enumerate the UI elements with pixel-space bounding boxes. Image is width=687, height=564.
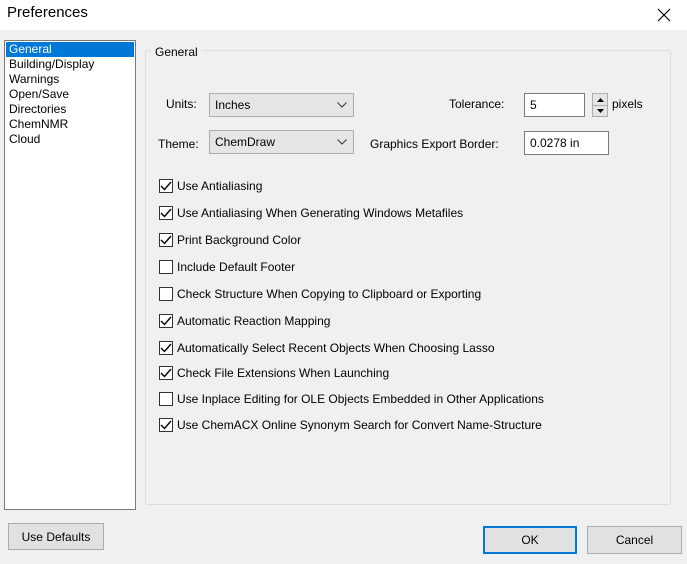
- units-value: Inches: [215, 98, 251, 112]
- category-item-warnings[interactable]: Warnings: [6, 72, 134, 87]
- option-automatic-reaction-mapping[interactable]: Automatic Reaction Mapping: [159, 312, 330, 330]
- checkbox[interactable]: [159, 206, 173, 220]
- category-item-cloud[interactable]: Cloud: [6, 132, 134, 147]
- general-groupbox: [145, 50, 671, 505]
- option-label: Use Antialiasing When Generating Windows…: [177, 206, 464, 220]
- tolerance-input[interactable]: 5: [524, 93, 585, 117]
- spin-down-icon[interactable]: [593, 105, 607, 116]
- checkbox[interactable]: [159, 314, 173, 328]
- option-label: Check File Extensions When Launching: [177, 366, 390, 380]
- category-item-open-save[interactable]: Open/Save: [6, 87, 134, 102]
- theme-dropdown[interactable]: ChemDraw: [209, 130, 354, 154]
- export-border-input[interactable]: 0.0278 in: [524, 131, 609, 155]
- option-label: Automatic Reaction Mapping: [177, 314, 331, 328]
- chevron-down-icon: [336, 131, 348, 153]
- units-dropdown[interactable]: Inches: [209, 93, 354, 117]
- check-icon: [160, 208, 172, 218]
- checkbox[interactable]: [159, 392, 173, 406]
- option-inplace-editing[interactable]: Use Inplace Editing for OLE Objects Embe…: [159, 390, 544, 408]
- option-label: Print Background Color: [177, 233, 302, 247]
- export-border-label: Graphics Export Border:: [370, 137, 499, 151]
- checkbox[interactable]: [159, 287, 173, 301]
- checkbox[interactable]: [159, 341, 173, 355]
- category-list[interactable]: General Building/Display Warnings Open/S…: [4, 40, 136, 510]
- theme-value: ChemDraw: [215, 135, 276, 149]
- category-item-chemnmr[interactable]: ChemNMR: [6, 117, 134, 132]
- option-label: Use Antialiasing: [177, 179, 263, 193]
- option-chemacx-synonym-search[interactable]: Use ChemACX Online Synonym Search for Co…: [159, 416, 542, 434]
- ok-button[interactable]: OK: [483, 526, 577, 554]
- cancel-button[interactable]: Cancel: [587, 526, 682, 554]
- check-icon: [160, 235, 172, 245]
- spin-up-icon[interactable]: [593, 94, 607, 105]
- option-label: Automatically Select Recent Objects When…: [177, 341, 495, 355]
- checkbox[interactable]: [159, 366, 173, 380]
- option-include-default-footer[interactable]: Include Default Footer: [159, 258, 295, 276]
- check-icon: [160, 343, 172, 353]
- check-icon: [160, 420, 172, 430]
- option-use-antialiasing[interactable]: Use Antialiasing: [159, 177, 262, 195]
- check-icon: [160, 316, 172, 326]
- option-label: Include Default Footer: [177, 260, 296, 274]
- category-item-directories[interactable]: Directories: [6, 102, 134, 117]
- chevron-down-icon: [336, 94, 348, 116]
- option-label: Check Structure When Copying to Clipboar…: [177, 287, 482, 301]
- option-label: Use ChemACX Online Synonym Search for Co…: [177, 418, 542, 432]
- tolerance-spinner[interactable]: [592, 93, 608, 117]
- check-icon: [160, 368, 172, 378]
- tolerance-label: Tolerance:: [449, 97, 505, 111]
- checkbox[interactable]: [159, 418, 173, 432]
- theme-label: Theme:: [158, 137, 199, 151]
- check-icon: [160, 181, 172, 191]
- option-antialiasing-metafiles[interactable]: Use Antialiasing When Generating Windows…: [159, 204, 463, 222]
- option-check-structure[interactable]: Check Structure When Copying to Clipboar…: [159, 285, 481, 303]
- window-title: Preferences: [7, 4, 88, 21]
- units-label: Units:: [166, 97, 197, 111]
- use-defaults-button[interactable]: Use Defaults: [8, 523, 104, 550]
- groupbox-title: General: [151, 45, 202, 59]
- option-check-file-extensions[interactable]: Check File Extensions When Launching: [159, 364, 389, 382]
- tolerance-unit: pixels: [612, 97, 643, 111]
- category-item-general[interactable]: General: [6, 42, 134, 57]
- checkbox[interactable]: [159, 260, 173, 274]
- option-label: Use Inplace Editing for OLE Objects Embe…: [177, 392, 544, 406]
- option-print-background-color[interactable]: Print Background Color: [159, 231, 301, 249]
- close-icon: [657, 8, 671, 22]
- dialog-body: General Building/Display Warnings Open/S…: [0, 30, 687, 564]
- close-button[interactable]: [641, 0, 687, 30]
- title-bar: Preferences: [0, 0, 687, 30]
- checkbox[interactable]: [159, 233, 173, 247]
- checkbox[interactable]: [159, 179, 173, 193]
- option-auto-select-lasso[interactable]: Automatically Select Recent Objects When…: [159, 339, 495, 357]
- category-item-building-display[interactable]: Building/Display: [6, 57, 134, 72]
